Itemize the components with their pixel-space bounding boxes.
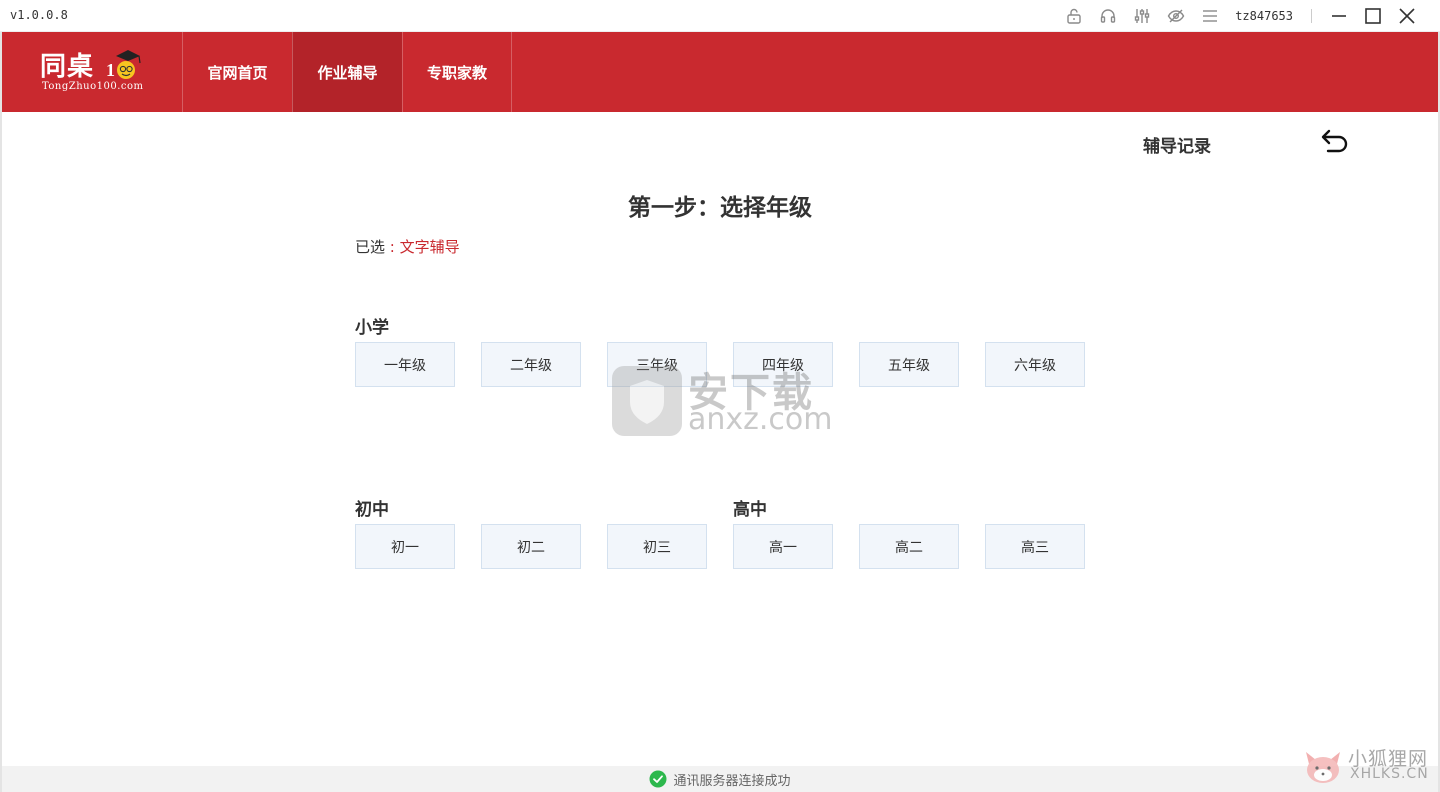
nav-item-tutor[interactable]: 专职家教 — [402, 32, 512, 112]
status-bar: 通讯服务器连接成功 — [2, 766, 1438, 792]
logo-text: 同桌 — [40, 52, 95, 82]
minimize-button[interactable] — [1322, 0, 1356, 32]
app-version: v1.0.0.8 — [10, 8, 68, 22]
nav-item-homework-help[interactable]: 作业辅导 — [292, 32, 402, 112]
selected-summary: 已选 : 文字辅导 — [355, 236, 460, 257]
tutoring-record-link[interactable]: 辅导记录 — [1143, 132, 1211, 157]
grade-button[interactable]: 初三 — [607, 524, 707, 569]
close-button[interactable] — [1390, 0, 1424, 32]
back-icon[interactable] — [1318, 128, 1352, 158]
menu-icon[interactable] — [1193, 0, 1227, 32]
grade-button[interactable]: 六年级 — [985, 342, 1085, 387]
grade-button[interactable]: 初二 — [481, 524, 581, 569]
app-header: 同桌 1 TongZhuo100.com 官网首页 作业辅导 专职家教 — [2, 32, 1438, 112]
status-text: 通讯服务器连接成功 — [673, 773, 791, 789]
window-border-left — [0, 32, 2, 792]
grade-button[interactable]: 高一 — [733, 524, 833, 569]
eye-icon[interactable] — [1159, 0, 1193, 32]
title-bar: v1.0.0.8 tz847653 — [0, 0, 1440, 32]
lock-icon[interactable] — [1057, 0, 1091, 32]
selected-separator: : — [385, 238, 400, 256]
section-senior-high: 高中 — [733, 500, 767, 520]
grade-button[interactable]: 高二 — [859, 524, 959, 569]
check-circle-icon — [649, 770, 667, 788]
headset-icon[interactable] — [1091, 0, 1125, 32]
username: tz847653 — [1235, 9, 1293, 23]
selected-value: 文字辅导 — [399, 238, 460, 256]
main-nav: 官网首页 作业辅导 专职家教 — [182, 32, 512, 112]
maximize-button[interactable] — [1356, 0, 1390, 32]
nav-item-home[interactable]: 官网首页 — [182, 32, 292, 112]
grade-button[interactable]: 二年级 — [481, 342, 581, 387]
grade-button[interactable]: 高三 — [985, 524, 1085, 569]
logo-mark-icon: 1 — [106, 46, 146, 82]
sliders-icon[interactable] — [1125, 0, 1159, 32]
logo[interactable]: 同桌 1 TongZhuo100.com — [40, 46, 170, 100]
grade-button[interactable]: 五年级 — [859, 342, 959, 387]
section-junior-high: 初中 — [355, 500, 389, 520]
title-bar-controls: tz847653 — [1057, 0, 1424, 32]
section-primary-school: 小学 — [355, 318, 389, 338]
step-title: 第一步：选择年级 — [628, 195, 812, 221]
grade-button[interactable]: 三年级 — [607, 342, 707, 387]
logo-subtitle: TongZhuo100.com — [42, 81, 144, 92]
svg-text:1: 1 — [106, 60, 115, 80]
selected-label: 已选 — [355, 238, 386, 256]
watermark-url: anxz.com — [688, 402, 833, 437]
grade-button[interactable]: 一年级 — [355, 342, 455, 387]
grade-button[interactable]: 初一 — [355, 524, 455, 569]
grade-button[interactable]: 四年级 — [733, 342, 833, 387]
title-bar-separator — [1311, 9, 1312, 23]
